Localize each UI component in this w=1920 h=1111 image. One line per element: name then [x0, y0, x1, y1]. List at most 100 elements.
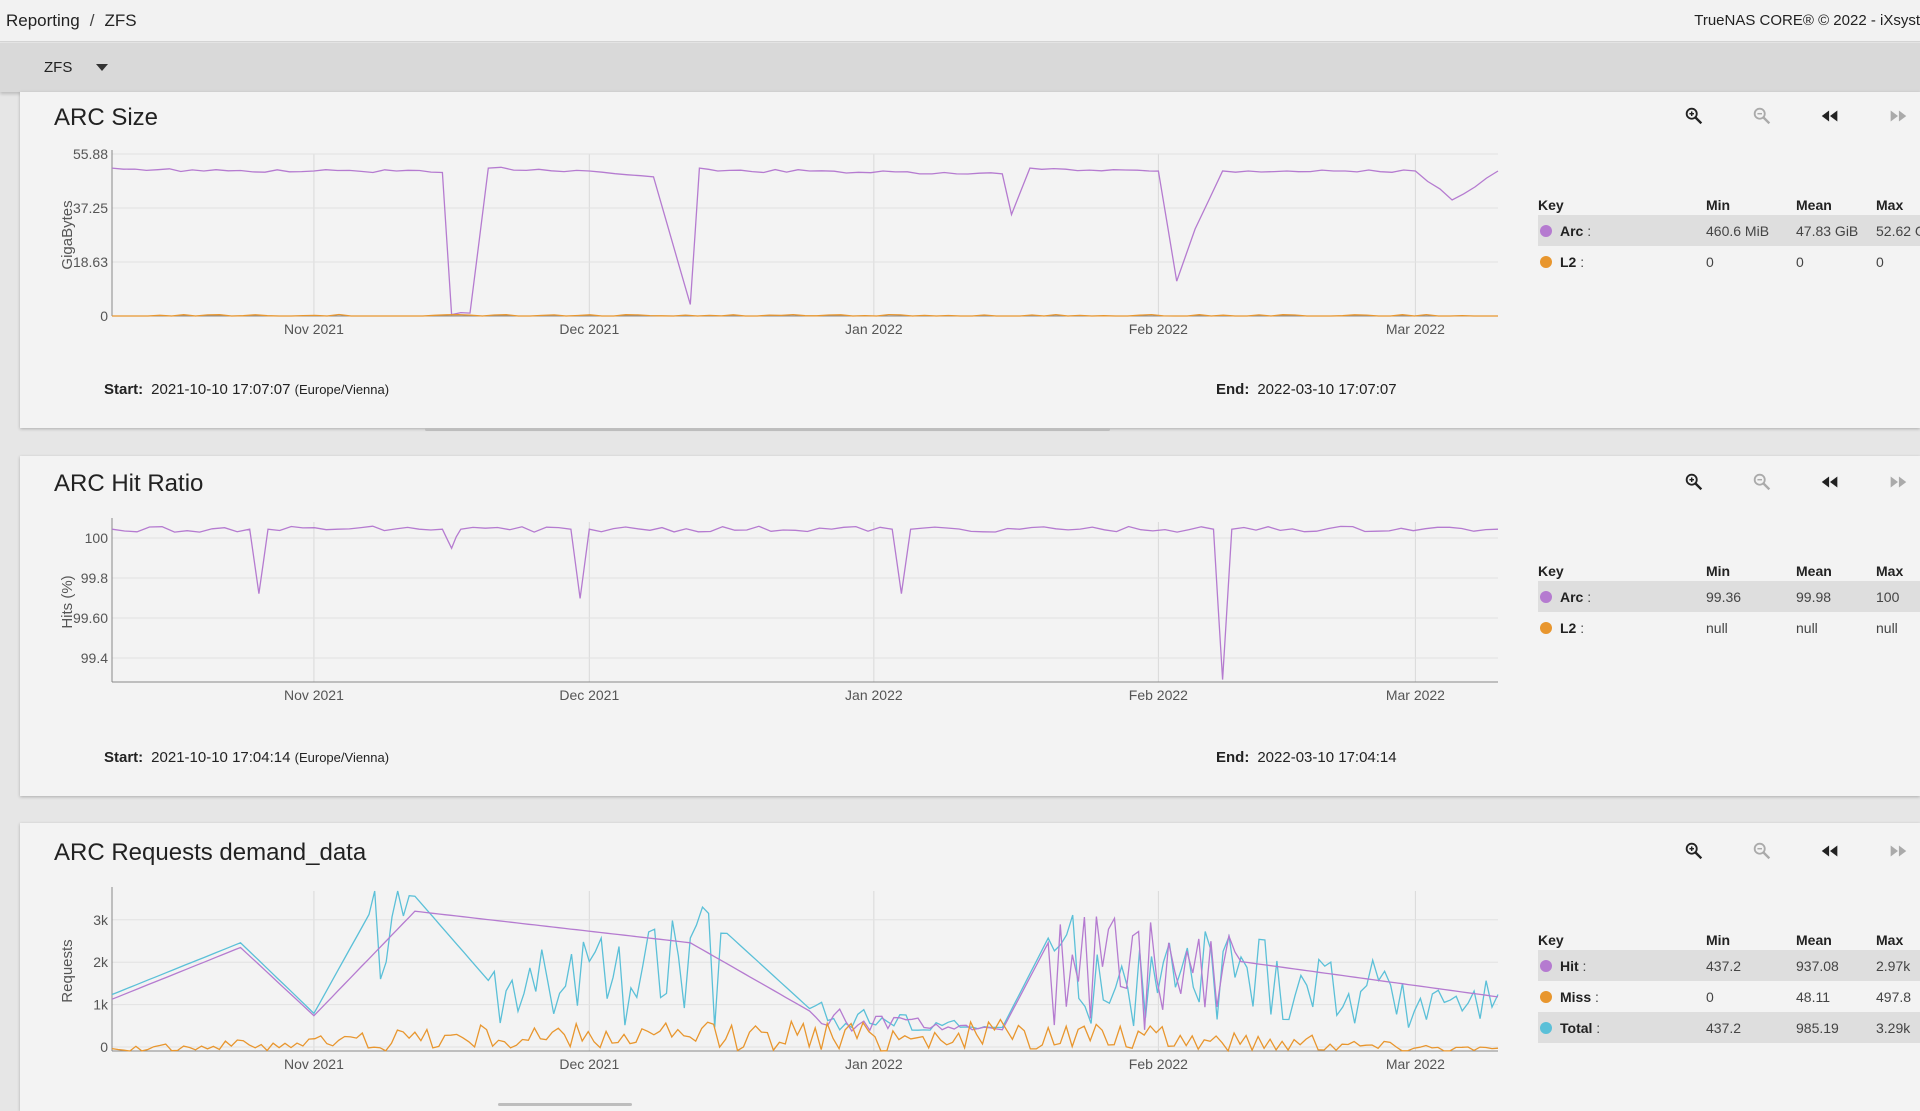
start-time: Start: 2021-10-10 17:04:14 (Europe/Vienna…	[104, 749, 390, 766]
legend-header-min: Min	[1706, 563, 1731, 579]
zoom-out-button[interactable]	[1748, 468, 1776, 496]
y-tick-label: 37.25	[73, 200, 108, 216]
legend-row[interactable]: Miss : 0 48.11 497.8	[1538, 981, 1920, 1012]
legend-row[interactable]: Hit : 437.2 937.08 2.97k	[1538, 950, 1920, 981]
legend-row[interactable]: Arc : 460.6 MiB47.83 GiB52.62 G	[1538, 215, 1920, 246]
scrollbar-hint[interactable]	[498, 1103, 632, 1106]
x-tick-label: Nov 2021	[284, 1056, 344, 1072]
rewind-icon	[1821, 845, 1838, 857]
legend-min-value: null	[1706, 619, 1728, 636]
series-line-arc	[111, 525, 1499, 680]
scrollbar-hint[interactable]	[425, 428, 1110, 431]
rewind-icon	[1821, 110, 1838, 122]
y-tick-label: 18.63	[73, 254, 108, 270]
legend-min-value: 437.2	[1706, 1012, 1796, 1043]
legend-header-max: Max	[1876, 563, 1904, 579]
zoom-out-icon	[1753, 473, 1771, 491]
y-tick-label: 100	[85, 530, 109, 546]
y-axis-label: Requests	[59, 939, 76, 1002]
x-tick-label: Feb 2022	[1129, 321, 1188, 337]
zoom-in-button[interactable]	[1680, 102, 1708, 130]
legend-max-value: 52.62 G	[1876, 215, 1920, 246]
x-tick-label: Feb 2022	[1129, 687, 1188, 703]
series-name: Arc :	[1560, 588, 1592, 605]
zoom-in-icon	[1685, 842, 1703, 860]
legend-table: Key Min Mean Max Hit :437.2 937.08 2.97k Miss :…	[1538, 922, 1920, 1043]
legend-mean-value: 47.83 GiB	[1796, 215, 1876, 246]
step-back-button[interactable]	[1816, 102, 1844, 130]
x-tick-label: Jan 2022	[845, 1056, 903, 1072]
chart-card-arc-hit-ratio: ARC Hit Ratio Nov 2021 Dec 2021 Jan 2022 Fe…	[20, 456, 1920, 796]
legend-max-value: 2.97k	[1876, 950, 1920, 981]
x-tick-label: Dec 2021	[559, 687, 619, 703]
legend-mean-value: 0	[1796, 253, 1804, 270]
zoom-out-icon	[1753, 842, 1771, 860]
legend-header-max: Max	[1876, 197, 1904, 213]
series-color-dot	[1540, 590, 1552, 603]
legend-header-key: Key	[1538, 563, 1564, 579]
legend-header-mean: Mean	[1796, 932, 1832, 948]
x-tick-label: Feb 2022	[1129, 1056, 1188, 1072]
y-axis-label: Hits (%)	[59, 575, 76, 628]
series-name: Total :	[1560, 1019, 1601, 1036]
x-tick-label: Mar 2022	[1386, 687, 1445, 703]
legend-row[interactable]: L2 : 0 0 0	[1538, 246, 1920, 277]
legend-mean-value: null	[1796, 619, 1818, 636]
legend-row[interactable]: L2 : null null null	[1538, 612, 1920, 643]
report-type-select[interactable]: ZFS	[44, 59, 109, 76]
legend-mean-value: 48.11	[1796, 988, 1830, 1005]
zoom-out-icon	[1753, 107, 1771, 125]
x-tick-label: Dec 2021	[559, 1056, 619, 1072]
end-time: End: 2022-03-10 17:04:14	[1216, 749, 1397, 766]
chart-svg: Nov 2021 Dec 2021 Jan 2022 Feb 2022 Mar 2022…	[59, 146, 1499, 337]
copyright-text: TrueNAS CORE® © 2022 - iXsyst	[1694, 12, 1920, 29]
legend-header-min: Min	[1706, 197, 1731, 213]
legend-table: Key Min Mean Max Arc : 99.36 99.98 100 L2 : null n…	[1538, 553, 1920, 643]
x-tick-label: Mar 2022	[1386, 1056, 1445, 1072]
legend-mean-value: 99.98	[1796, 581, 1876, 612]
report-type-value: ZFS	[44, 59, 73, 76]
legend-max-value: null	[1876, 619, 1898, 636]
series-name: Arc :	[1560, 222, 1592, 239]
step-forward-button[interactable]	[1884, 468, 1912, 496]
breadcrumb-zfs: ZFS	[104, 11, 137, 30]
step-forward-button[interactable]	[1884, 102, 1912, 130]
series-name: L2 :	[1560, 253, 1585, 270]
legend-header-mean: Mean	[1796, 563, 1832, 579]
legend-max-value: 497.8	[1876, 988, 1912, 1005]
series-name: Hit :	[1560, 957, 1587, 974]
series-color-dot	[1540, 621, 1552, 634]
legend-max-value: 3.29k	[1876, 1012, 1920, 1043]
chart-card-arc-requests: ARC Requests demand_data Nov 2021 Dec 202…	[20, 823, 1920, 1111]
series-color-dot	[1540, 255, 1552, 268]
y-tick-label: 0	[100, 308, 108, 324]
zoom-out-button[interactable]	[1748, 102, 1776, 130]
legend-row[interactable]: Arc : 99.36 99.98 100	[1538, 581, 1920, 612]
legend-min-value: 0	[1706, 988, 1714, 1005]
fast-forward-icon	[1890, 476, 1907, 488]
report-selector-bar: ZFS	[0, 43, 1920, 92]
y-axis-label: GigaBytes	[59, 200, 76, 269]
fast-forward-icon	[1890, 110, 1907, 122]
legend-min-value: 437.2	[1706, 950, 1796, 981]
y-tick-label: 99.60	[73, 610, 108, 626]
zoom-in-button[interactable]	[1680, 468, 1708, 496]
legend-row[interactable]: Total : 437.2 985.19 3.29k	[1538, 1012, 1920, 1043]
legend-max-value: 100	[1876, 581, 1920, 612]
end-time: End: 2022-03-10 17:07:07	[1216, 381, 1397, 398]
legend-header-key: Key	[1538, 932, 1564, 948]
zoom-out-button[interactable]	[1748, 837, 1776, 865]
start-time: Start: 2021-10-10 17:07:07 (Europe/Vienna…	[104, 381, 390, 398]
legend-mean-value: 985.19	[1796, 1012, 1876, 1043]
breadcrumb-reporting[interactable]: Reporting	[6, 11, 80, 30]
breadcrumb: Reporting / ZFS	[6, 11, 137, 31]
series-name: Miss :	[1560, 988, 1599, 1005]
step-back-button[interactable]	[1816, 468, 1844, 496]
zoom-in-button[interactable]	[1680, 837, 1708, 865]
step-forward-button[interactable]	[1884, 837, 1912, 865]
series-color-dot	[1540, 959, 1552, 972]
y-tick-label: 0	[100, 1039, 108, 1055]
legend-header-max: Max	[1876, 932, 1904, 948]
step-back-button[interactable]	[1816, 837, 1844, 865]
x-tick-label: Jan 2022	[845, 687, 903, 703]
